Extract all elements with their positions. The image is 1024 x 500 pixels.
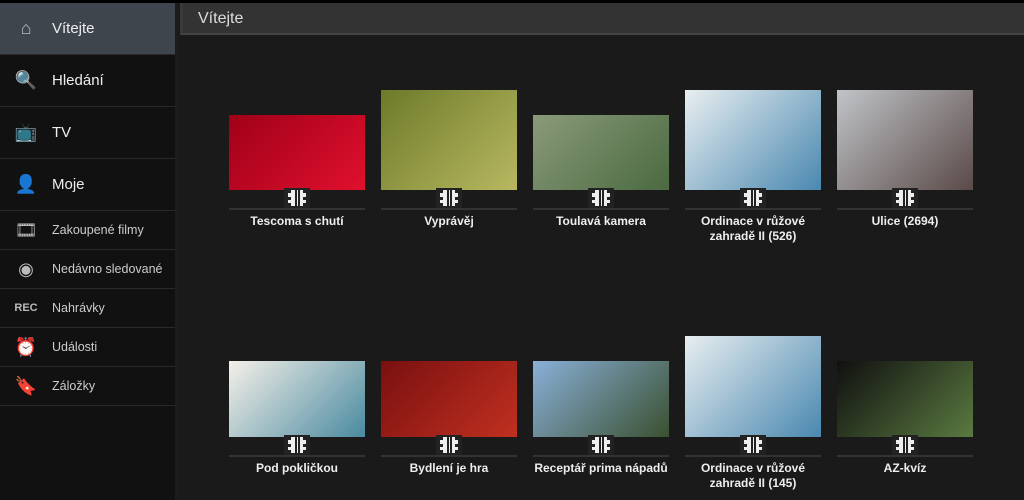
film-icon: 🎞 — [14, 219, 38, 240]
divider — [837, 208, 973, 210]
video-title[interactable]: Bydlení je hra — [375, 461, 523, 476]
video-thumbnail[interactable] — [381, 361, 517, 437]
sidebar-item-4[interactable]: 🎞 Zakoupené filmy — [0, 211, 175, 250]
video-thumbnail[interactable] — [533, 115, 669, 190]
bookmark-icon: 🔖 — [14, 375, 38, 396]
sidebar-item-8[interactable]: 🔖 Záložky — [0, 367, 175, 406]
sidebar-item-label: Záložky — [52, 379, 96, 393]
sidebar-item-5[interactable]: ◉ Nedávno sledované — [0, 250, 175, 289]
tv-icon: 📺 — [14, 122, 38, 142]
video-title[interactable]: Receptář prima nápadů — [527, 461, 675, 476]
film-icon — [588, 188, 614, 208]
divider — [685, 208, 821, 210]
film-icon — [436, 188, 462, 208]
film-icon — [740, 435, 766, 455]
video-thumbnail[interactable] — [229, 115, 365, 190]
video-title[interactable]: AZ-kvíz — [831, 461, 979, 476]
sidebar-item-label: Nahrávky — [52, 301, 105, 315]
video-thumbnail[interactable] — [685, 90, 821, 190]
film-icon — [284, 188, 310, 208]
user-icon: 👤 — [14, 174, 38, 194]
video-thumbnail[interactable] — [685, 336, 821, 437]
rec-icon: REC — [14, 302, 38, 314]
sidebar-item-label: Vítejte — [52, 20, 95, 37]
video-thumbnail[interactable] — [229, 361, 365, 437]
film-icon — [588, 435, 614, 455]
page-header: Vítejte — [180, 3, 1024, 35]
page-title: Vítejte — [198, 10, 244, 27]
sidebar: ⌂ Vítejte 🔍 Hledání 📺 TV 👤 Moje 🎞 Zakoupené filmy… — [0, 3, 178, 500]
video-thumbnail[interactable] — [837, 90, 973, 190]
divider — [229, 455, 365, 457]
sidebar-scrollbar[interactable] — [175, 3, 178, 500]
film-icon — [740, 188, 766, 208]
video-title[interactable]: Ulice (2694) — [831, 214, 979, 229]
video-title[interactable]: Ordinace v růžové zahradě II (526) — [679, 214, 827, 244]
divider — [533, 208, 669, 210]
search-icon: 🔍 — [14, 70, 38, 90]
sidebar-item-label: Hledání — [52, 72, 104, 89]
divider — [685, 455, 821, 457]
film-icon — [436, 435, 462, 455]
video-thumbnail[interactable] — [533, 361, 669, 437]
sidebar-item-0[interactable]: ⌂ Vítejte — [0, 3, 175, 55]
sidebar-item-label: TV — [52, 124, 72, 141]
divider — [533, 455, 669, 457]
sidebar-item-6[interactable]: REC Nahrávky — [0, 289, 175, 328]
video-title[interactable]: Vyprávěj — [375, 214, 523, 229]
divider — [381, 208, 517, 210]
sidebar-item-label: Moje — [52, 176, 85, 193]
film-icon — [892, 188, 918, 208]
video-title[interactable]: Toulavá kamera — [527, 214, 675, 229]
divider — [837, 455, 973, 457]
film-icon — [892, 435, 918, 455]
film-icon — [284, 435, 310, 455]
home-icon: ⌂ — [20, 18, 32, 38]
sidebar-item-2[interactable]: 📺 TV — [0, 107, 175, 159]
sidebar-item-1[interactable]: 🔍 Hledání — [0, 55, 175, 107]
sidebar-item-label: Události — [52, 340, 98, 354]
sidebar-item-label: Nedávno sledované — [52, 262, 163, 276]
video-title[interactable]: Tescoma s chutí — [223, 214, 371, 229]
video-thumbnail[interactable] — [381, 90, 517, 190]
divider — [229, 208, 365, 210]
recent-icon: ◉ — [18, 258, 34, 279]
sidebar-item-7[interactable]: ⏰ Události — [0, 328, 175, 367]
sidebar-item-3[interactable]: 👤 Moje — [0, 159, 175, 211]
video-title[interactable]: Ordinace v růžové zahradě II (145) — [679, 461, 827, 491]
alarm-clock-icon: ⏰ — [14, 336, 38, 357]
sidebar-item-label: Zakoupené filmy — [52, 223, 144, 237]
video-title[interactable]: Pod pokličkou — [223, 461, 371, 476]
video-thumbnail[interactable] — [837, 361, 973, 437]
divider — [381, 455, 517, 457]
